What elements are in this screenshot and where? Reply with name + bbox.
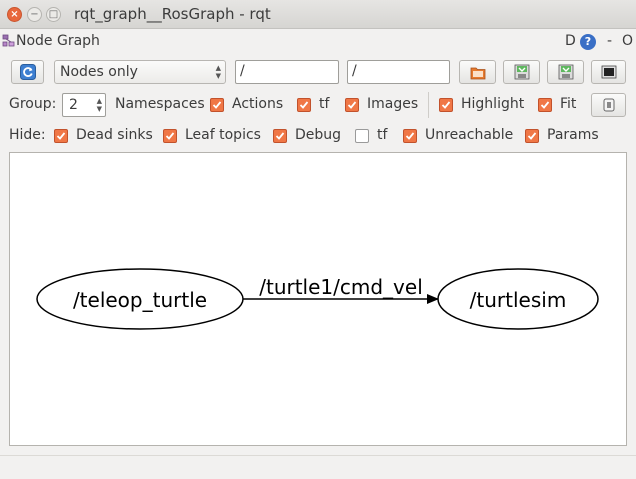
node-label-teleop-turtle: /teleop_turtle (73, 288, 207, 312)
hide-tf-label: tf (377, 127, 388, 143)
actions-checkbox[interactable] (210, 98, 224, 112)
highlight-checkbox[interactable] (439, 98, 453, 112)
fit-label: Fit (560, 96, 577, 112)
debug-checkbox[interactable] (273, 129, 287, 143)
group-tf-label: tf (319, 96, 330, 112)
updown-arrows-icon: ▲ ▼ (215, 64, 221, 80)
topic-filter-input[interactable]: / (347, 60, 450, 84)
window-title: rqt_graph__RosGraph - rqt (74, 5, 271, 23)
save-svg-button[interactable] (547, 60, 584, 84)
dead-sinks-label: Dead sinks (76, 127, 153, 143)
window-close-button[interactable]: × (7, 7, 22, 22)
dock-d-button[interactable]: D (565, 33, 576, 49)
images-label: Images (367, 96, 419, 112)
hide-label: Hide: (9, 127, 46, 143)
plugin-graph-icon (2, 34, 16, 52)
node-label-turtlesim: /turtlesim (470, 288, 567, 312)
leaf-topics-label: Leaf topics (185, 127, 261, 143)
save-svg-icon (558, 64, 574, 84)
window-maximize-button[interactable]: □ (46, 7, 61, 22)
actions-label: Actions (232, 96, 284, 112)
leaf-topics-checkbox[interactable] (163, 129, 177, 143)
dock-titlebar: Node Graph D ? - O (0, 30, 636, 54)
window-titlebar: × − □ rqt_graph__RosGraph - rqt (0, 0, 636, 29)
group-checkboxes: Namespaces Actions tf Images Highlight F… (0, 93, 636, 117)
hide-options-row: Hide: Dead sinks Leaf topics Debug tf Un… (0, 124, 636, 148)
group-tf-checkbox[interactable] (297, 98, 311, 112)
status-bar (0, 455, 636, 479)
unreachable-label: Unreachable (425, 127, 514, 143)
dead-sinks-checkbox[interactable] (54, 129, 68, 143)
fit-view-icon (603, 98, 615, 116)
unreachable-checkbox[interactable] (403, 129, 417, 143)
fit-checkbox[interactable] (538, 98, 552, 112)
node-filter-input[interactable]: / (235, 60, 339, 84)
hide-tf-checkbox[interactable] (355, 129, 369, 143)
params-label: Params (547, 127, 599, 143)
debug-label: Debug (295, 127, 342, 143)
save-image-button[interactable] (591, 60, 626, 84)
help-icon[interactable]: ? (580, 34, 596, 50)
dock-minimize-button[interactable]: - (607, 33, 612, 49)
params-checkbox[interactable] (525, 129, 539, 143)
dock-close-button[interactable]: O (622, 33, 633, 49)
graph-edge-cmd-vel[interactable]: /turtle1/cmd_vel (243, 275, 439, 304)
ros-graph: /teleop_turtle /turtle1/cmd_vel /turtles… (36, 268, 599, 330)
screenshot-icon (601, 65, 617, 84)
graph-mode-value: Nodes only (60, 64, 138, 80)
window-minimize-button[interactable]: − (27, 7, 42, 22)
toolbar-separator (428, 92, 429, 118)
dock-title: Node Graph (16, 33, 100, 49)
graph-mode-select[interactable]: Nodes only ▲ ▼ (54, 60, 226, 84)
refresh-button[interactable] (11, 60, 44, 84)
save-dot-icon (514, 64, 530, 84)
refresh-icon (20, 64, 36, 84)
highlight-label: Highlight (461, 96, 525, 112)
save-dot-button[interactable] (503, 60, 540, 84)
images-checkbox[interactable] (345, 98, 359, 112)
graph-node-turtlesim[interactable]: /turtlesim (437, 268, 599, 330)
graph-canvas[interactable]: /teleop_turtle /turtle1/cmd_vel /turtles… (9, 152, 627, 446)
graph-node-teleop-turtle[interactable]: /teleop_turtle (36, 268, 244, 330)
folder-icon (470, 65, 486, 84)
load-graph-button[interactable] (459, 60, 496, 84)
edge-label-cmd-vel: /turtle1/cmd_vel (259, 275, 423, 299)
fit-in-view-button[interactable] (591, 93, 626, 117)
namespaces-label: Namespaces (115, 96, 205, 112)
